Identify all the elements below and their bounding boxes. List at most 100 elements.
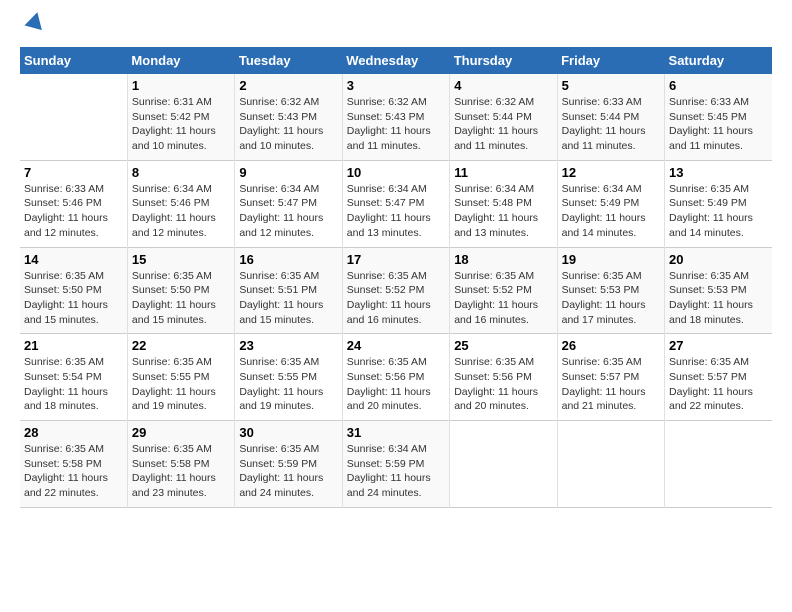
day-info: Sunrise: 6:35 AMSunset: 5:55 PMDaylight:… [239, 355, 337, 414]
day-info: Sunrise: 6:32 AMSunset: 5:43 PMDaylight:… [347, 95, 445, 154]
day-cell: 4 Sunrise: 6:32 AMSunset: 5:44 PMDaylight… [450, 74, 557, 160]
day-cell: 16 Sunrise: 6:35 AMSunset: 5:51 PMDayligh… [235, 247, 342, 334]
day-number: 5 [562, 78, 660, 93]
day-info: Sunrise: 6:34 AMSunset: 5:47 PMDaylight:… [347, 182, 445, 241]
day-cell [665, 421, 772, 508]
day-number: 6 [669, 78, 768, 93]
day-number: 30 [239, 425, 337, 440]
header-row: SundayMondayTuesdayWednesdayThursdayFrid… [20, 47, 772, 74]
day-number: 26 [562, 338, 660, 353]
day-cell: 29 Sunrise: 6:35 AMSunset: 5:58 PMDayligh… [127, 421, 234, 508]
day-info: Sunrise: 6:35 AMSunset: 5:56 PMDaylight:… [454, 355, 552, 414]
week-row-1: 1Sunrise: 6:31 AMSunset: 5:42 PMDaylight… [20, 74, 772, 160]
day-cell: 22Sunrise: 6:35 AMSunset: 5:55 PMDayligh… [127, 334, 234, 421]
day-number: 14 [24, 252, 123, 267]
day-cell: 14Sunrise: 6:35 AMSunset: 5:50 PMDayligh… [20, 247, 127, 334]
day-info: Sunrise: 6:35 AMSunset: 5:58 PMDaylight:… [24, 442, 123, 501]
day-info: Sunrise: 6:33 AMSunset: 5:45 PMDaylight:… [669, 95, 768, 154]
day-number: 10 [347, 165, 445, 180]
day-cell: 5 Sunrise: 6:33 AMSunset: 5:44 PMDaylight… [557, 74, 664, 160]
day-cell: 28 Sunrise: 6:35 AMSunset: 5:58 PMDayligh… [20, 421, 127, 508]
day-cell: 31 Sunrise: 6:34 AMSunset: 5:59 PMDayligh… [342, 421, 449, 508]
day-info: Sunrise: 6:33 AMSunset: 5:44 PMDaylight:… [562, 95, 660, 154]
day-info: Sunrise: 6:35 AMSunset: 5:56 PMDaylight:… [347, 355, 445, 414]
page-header [20, 20, 772, 37]
day-number: 4 [454, 78, 552, 93]
day-info: Sunrise: 6:32 AMSunset: 5:43 PMDaylight:… [239, 95, 337, 154]
day-number: 3 [347, 78, 445, 93]
day-cell: 10 Sunrise: 6:34 AMSunset: 5:47 PMDayligh… [342, 160, 449, 247]
day-info: Sunrise: 6:34 AMSunset: 5:49 PMDaylight:… [562, 182, 660, 241]
day-cell: 12 Sunrise: 6:34 AMSunset: 5:49 PMDayligh… [557, 160, 664, 247]
day-cell: 18 Sunrise: 6:35 AMSunset: 5:52 PMDayligh… [450, 247, 557, 334]
logo-text [20, 20, 46, 37]
day-number: 15 [132, 252, 230, 267]
day-info: Sunrise: 6:35 AMSunset: 5:53 PMDaylight:… [669, 269, 768, 328]
day-info: Sunrise: 6:35 AMSunset: 5:57 PMDaylight:… [669, 355, 768, 414]
calendar-table: SundayMondayTuesdayWednesdayThursdayFrid… [20, 47, 772, 508]
day-cell: 15 Sunrise: 6:35 AMSunset: 5:50 PMDayligh… [127, 247, 234, 334]
day-cell: 26Sunrise: 6:35 AMSunset: 5:57 PMDayligh… [557, 334, 664, 421]
day-header-friday: Friday [557, 47, 664, 74]
week-row-5: 28 Sunrise: 6:35 AMSunset: 5:58 PMDayligh… [20, 421, 772, 508]
day-cell: 9Sunrise: 6:34 AMSunset: 5:47 PMDaylight… [235, 160, 342, 247]
day-number: 11 [454, 165, 552, 180]
day-info: Sunrise: 6:35 AMSunset: 5:52 PMDaylight:… [347, 269, 445, 328]
week-row-4: 21Sunrise: 6:35 AMSunset: 5:54 PMDayligh… [20, 334, 772, 421]
day-info: Sunrise: 6:35 AMSunset: 5:59 PMDaylight:… [239, 442, 337, 501]
day-info: Sunrise: 6:31 AMSunset: 5:42 PMDaylight:… [132, 95, 230, 154]
day-number: 22 [132, 338, 230, 353]
day-number: 23 [239, 338, 337, 353]
day-info: Sunrise: 6:33 AMSunset: 5:46 PMDaylight:… [24, 182, 123, 241]
day-info: Sunrise: 6:35 AMSunset: 5:51 PMDaylight:… [239, 269, 337, 328]
week-row-3: 14 Sunrise: 6:35 AMSunset: 5:50 PMDayligh… [20, 247, 772, 334]
day-info: Sunrise: 6:34 AMSunset: 5:59 PMDaylight:… [347, 442, 445, 501]
day-number: 13 [669, 165, 768, 180]
logo [20, 20, 46, 37]
day-number: 31 [347, 425, 445, 440]
day-header-monday: Monday [127, 47, 234, 74]
day-cell: 24 Sunrise: 6:35 AMSunset: 5:56 PMDayligh… [342, 334, 449, 421]
day-number: 16 [239, 252, 337, 267]
day-number: 25 [454, 338, 552, 353]
day-header-wednesday: Wednesday [342, 47, 449, 74]
day-info: Sunrise: 6:34 AMSunset: 5:46 PMDaylight:… [132, 182, 230, 241]
day-cell: 17 Sunrise: 6:35 AMSunset: 5:52 PMDayligh… [342, 247, 449, 334]
day-info: Sunrise: 6:34 AMSunset: 5:48 PMDaylight:… [454, 182, 552, 241]
day-cell: 30 Sunrise: 6:35 AMSunset: 5:59 PMDayligh… [235, 421, 342, 508]
day-info: Sunrise: 6:35 AMSunset: 5:52 PMDaylight:… [454, 269, 552, 328]
day-info: Sunrise: 6:35 AMSunset: 5:49 PMDaylight:… [669, 182, 768, 241]
day-header-tuesday: Tuesday [235, 47, 342, 74]
day-number: 21 [24, 338, 123, 353]
week-row-2: 7 Sunrise: 6:33 AMSunset: 5:46 PMDaylight… [20, 160, 772, 247]
day-header-thursday: Thursday [450, 47, 557, 74]
day-number: 28 [24, 425, 123, 440]
day-cell: 2Sunrise: 6:32 AMSunset: 5:43 PMDaylight… [235, 74, 342, 160]
day-cell [20, 74, 127, 160]
day-cell: 25 Sunrise: 6:35 AMSunset: 5:56 PMDayligh… [450, 334, 557, 421]
day-cell: 11 Sunrise: 6:34 AMSunset: 5:48 PMDayligh… [450, 160, 557, 247]
day-number: 27 [669, 338, 768, 353]
day-number: 8 [132, 165, 230, 180]
day-info: Sunrise: 6:35 AMSunset: 5:50 PMDaylight:… [132, 269, 230, 328]
day-info: Sunrise: 6:35 AMSunset: 5:58 PMDaylight:… [132, 442, 230, 501]
day-info: Sunrise: 6:32 AMSunset: 5:44 PMDaylight:… [454, 95, 552, 154]
day-number: 20 [669, 252, 768, 267]
day-number: 24 [347, 338, 445, 353]
day-cell: 23 Sunrise: 6:35 AMSunset: 5:55 PMDayligh… [235, 334, 342, 421]
day-number: 9 [239, 165, 337, 180]
day-number: 18 [454, 252, 552, 267]
day-cell: 3 Sunrise: 6:32 AMSunset: 5:43 PMDaylight… [342, 74, 449, 160]
day-cell: 1Sunrise: 6:31 AMSunset: 5:42 PMDaylight… [127, 74, 234, 160]
day-number: 19 [562, 252, 660, 267]
day-number: 7 [24, 165, 123, 180]
day-number: 17 [347, 252, 445, 267]
day-cell [450, 421, 557, 508]
logo-icon [24, 10, 46, 32]
day-cell: 20 Sunrise: 6:35 AMSunset: 5:53 PMDayligh… [665, 247, 772, 334]
day-number: 29 [132, 425, 230, 440]
day-cell: 7 Sunrise: 6:33 AMSunset: 5:46 PMDaylight… [20, 160, 127, 247]
day-number: 12 [562, 165, 660, 180]
day-cell: 8 Sunrise: 6:34 AMSunset: 5:46 PMDaylight… [127, 160, 234, 247]
day-cell: 21Sunrise: 6:35 AMSunset: 5:54 PMDayligh… [20, 334, 127, 421]
